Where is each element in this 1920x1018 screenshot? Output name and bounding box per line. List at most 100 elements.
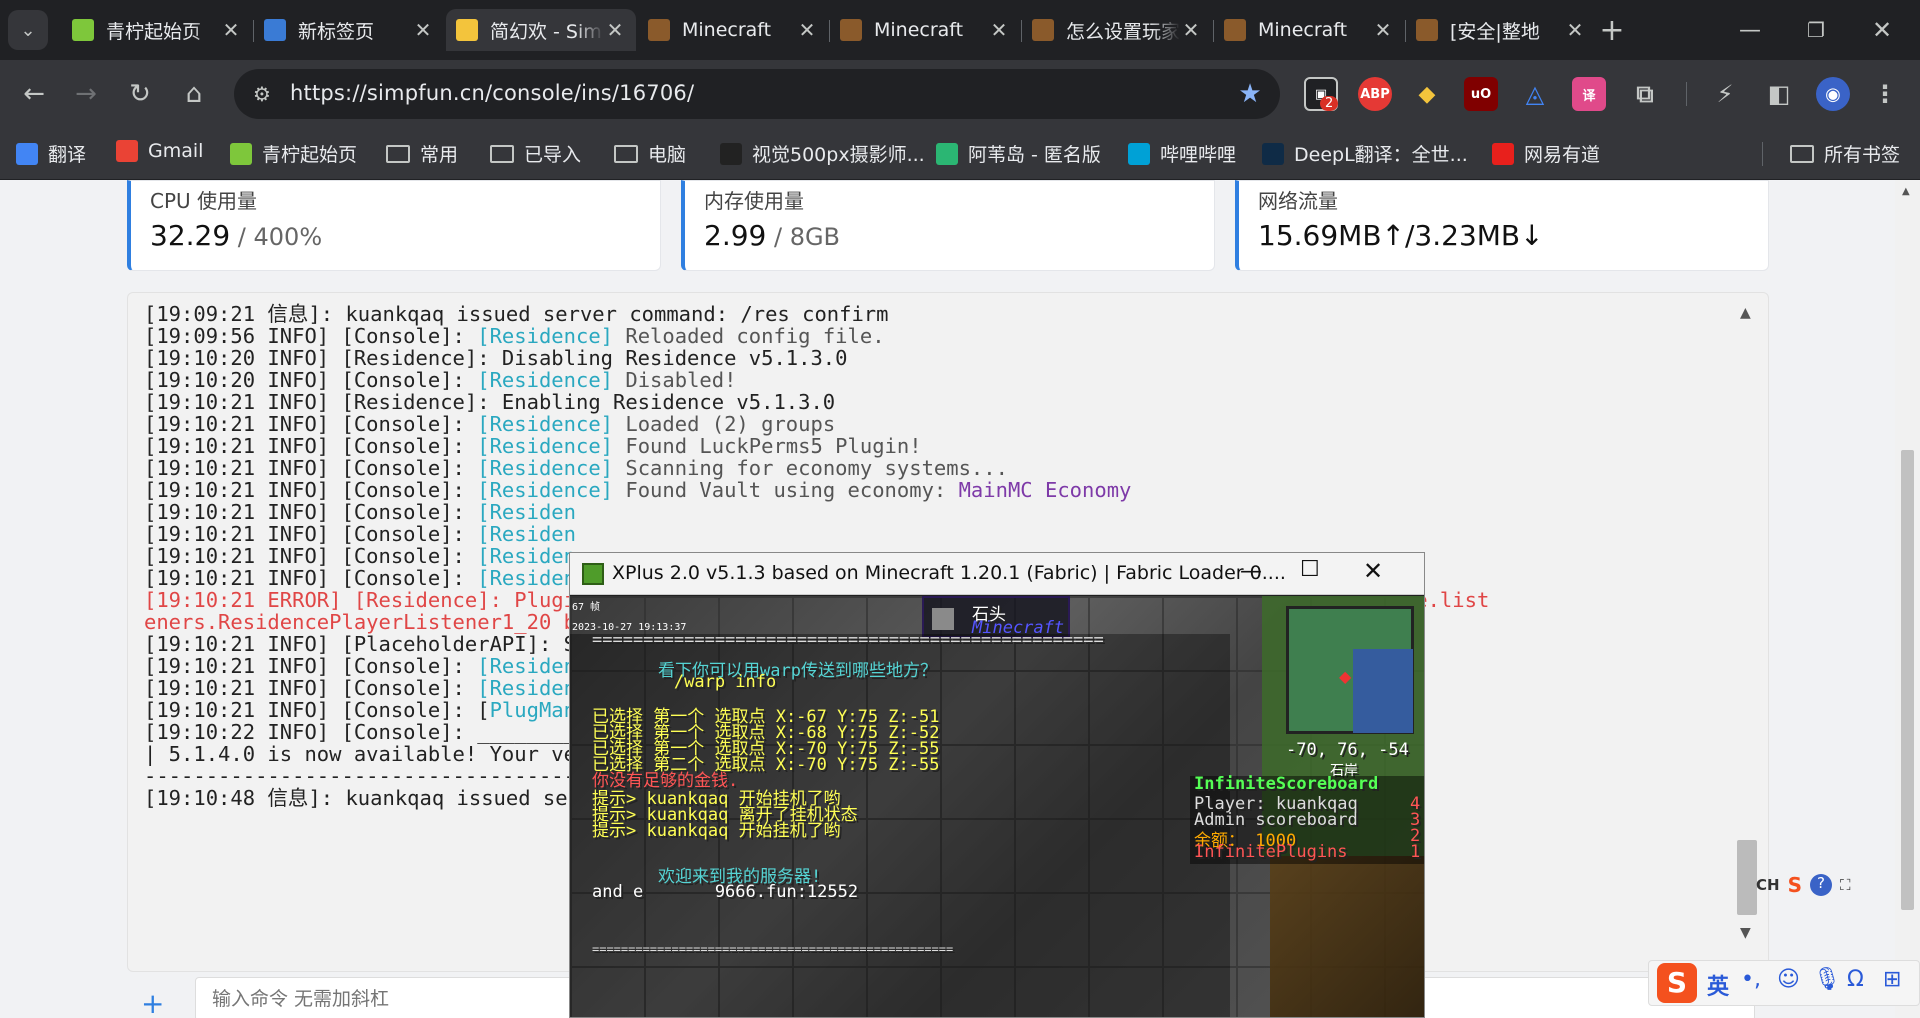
add-icon[interactable]: +	[141, 987, 164, 1018]
tab-favicon-icon	[1032, 19, 1054, 41]
bookmark-4[interactable]: 已导入	[490, 140, 581, 167]
tab-title: 新标签页	[298, 20, 375, 43]
toolbox-icon[interactable]: Ω	[1847, 967, 1864, 992]
memory-card: 内存使用量 2.99 / 8GB	[681, 180, 1215, 271]
minimap: ◆	[1286, 606, 1414, 734]
bookmark-3[interactable]: 常用	[386, 140, 458, 167]
cpu-value: 32.29 / 400%	[150, 219, 323, 252]
tab-favicon-icon	[1224, 19, 1246, 41]
tab-close-icon[interactable]: ✕	[412, 18, 434, 42]
forward-button[interactable]: →	[66, 74, 106, 114]
back-button[interactable]: ←	[14, 74, 54, 114]
game-minimize-button[interactable]: —	[1240, 559, 1262, 584]
minecraft-viewport[interactable]: 67 帧 2023-10-27 19:13:37 石头 Minecraft ==…	[570, 596, 1424, 1017]
memory-label: 内存使用量	[704, 189, 804, 213]
all-bookmarks-folder[interactable]: 所有书签	[1790, 140, 1900, 167]
grid-icon[interactable]: ⊞	[1883, 967, 1901, 992]
bookmark-1[interactable]: Gmail	[116, 140, 203, 162]
game-close-button[interactable]: ✕	[1363, 557, 1383, 585]
home-icon[interactable]: ⌂	[174, 74, 214, 114]
page-scrollbar[interactable]: ▲	[1895, 180, 1920, 1018]
reload-button[interactable]: ↻	[120, 74, 160, 114]
tab-close-icon[interactable]: ✕	[796, 18, 818, 42]
tab-5[interactable]: 怎么设置玩家 ✕	[1022, 9, 1212, 51]
ime-language[interactable]: 英	[1707, 969, 1729, 1001]
tab-2[interactable]: 简幻欢 - SimpFun✕	[446, 9, 636, 51]
vpn-icon[interactable]: ◬	[1518, 77, 1552, 111]
tab-1[interactable]: 新标签页 ✕	[254, 9, 444, 51]
chat-message: /warp info	[592, 672, 777, 692]
tab-3[interactable]: Minecraft ✕	[638, 9, 828, 51]
bookmark-label: 青柠起始页	[262, 144, 358, 166]
profile-avatar[interactable]: ◉	[1816, 77, 1850, 111]
tab-close-icon[interactable]: ✕	[220, 18, 242, 42]
sogou-icon[interactable]: S	[1788, 873, 1802, 897]
bookmark-0[interactable]: 翻译	[16, 140, 86, 167]
help-icon[interactable]: ?	[1809, 874, 1832, 896]
bookmark-7[interactable]: 阿苇岛 - 匿名版	[936, 140, 1101, 167]
floating-tools: CH S ? ⛶	[1756, 868, 1886, 902]
console-line: [19:10:48 信息]: kuankqaq issued se	[144, 785, 568, 812]
tab-close-icon[interactable]: ✕	[1564, 18, 1586, 42]
console-scroll-down-icon[interactable]: ▼	[1740, 925, 1751, 941]
cpu-label: CPU 使用量	[150, 189, 258, 213]
minimize-button[interactable]: —	[1730, 10, 1770, 50]
console-scrollbar-thumb[interactable]	[1737, 840, 1757, 915]
tab-7[interactable]: [安全|整地 ✕	[1406, 9, 1596, 51]
page-scrollbar-thumb[interactable]	[1901, 450, 1914, 910]
site-info-icon[interactable]: ⚙	[242, 74, 282, 114]
ime-ch-label[interactable]: CH	[1756, 876, 1780, 894]
adblock-icon[interactable]: ABP	[1358, 77, 1392, 111]
tab-search-button[interactable]: ⌄	[8, 10, 48, 50]
ublock-icon[interactable]: uO	[1464, 77, 1498, 111]
tab-title: [安全|整地	[1450, 20, 1540, 43]
tab-close-icon[interactable]: ✕	[1180, 18, 1202, 42]
bookmark-9[interactable]: DeepL翻译：全世...	[1262, 140, 1468, 167]
minecraft-window[interactable]: XPlus 2.0 v5.1.3 based on Minecraft 1.20…	[569, 552, 1425, 1018]
performance-icon[interactable]: ⚡	[1708, 77, 1742, 111]
minecraft-titlebar[interactable]: XPlus 2.0 v5.1.3 based on Minecraft 1.20…	[570, 553, 1424, 595]
tab-close-icon[interactable]: ✕	[1372, 18, 1394, 42]
extensions-puzzle-icon[interactable]: ⧉	[1628, 77, 1662, 111]
game-maximize-button[interactable]: ☐	[1300, 557, 1320, 582]
bookmark-6[interactable]: 视觉500px摄影师...	[720, 140, 925, 167]
expand-icon[interactable]: ⛶	[1840, 876, 1851, 894]
restore-button[interactable]: ❐	[1796, 10, 1836, 50]
punctuation-icon[interactable]: •,	[1741, 967, 1761, 992]
ime-toolbar: S 英 •, ☺ 🎙 Ω ⊞	[1648, 960, 1920, 1006]
tampermonkey-icon[interactable]: ◆	[1410, 77, 1444, 111]
translate-ext-icon[interactable]: 译	[1572, 77, 1606, 111]
bookmark-10[interactable]: 网易有道	[1492, 140, 1600, 167]
side-panel-icon[interactable]: ◧	[1762, 77, 1796, 111]
tab-0[interactable]: 青柠起始页 ✕	[62, 9, 252, 51]
bookmark-2[interactable]: 青柠起始页	[230, 140, 357, 167]
tab-favicon-icon	[840, 19, 862, 41]
address-bar[interactable]: ⚙ https://simpfun.cn/console/ins/16706/ …	[234, 69, 1280, 119]
scroll-up-icon[interactable]: ▲	[1902, 186, 1910, 197]
bookmark-8[interactable]: 哔哩哔哩	[1128, 140, 1236, 167]
minecraft-grass-icon	[582, 563, 604, 585]
close-window-button[interactable]: ✕	[1862, 10, 1902, 50]
tab-title: 简幻欢 - SimpFun	[490, 20, 604, 43]
tab-title: Minecraft	[682, 19, 772, 41]
tab-4[interactable]: Minecraft ✕	[830, 9, 1020, 51]
tab-close-icon[interactable]: ✕	[604, 18, 626, 42]
browser-toolbar: ← → ↻ ⌂ ⚙ https://simpfun.cn/console/ins…	[0, 60, 1920, 128]
bookmark-label: 常用	[420, 144, 459, 166]
emoji-icon[interactable]: ☺	[1777, 967, 1800, 992]
chat-panel: ========================================…	[570, 630, 1230, 1017]
tab-close-icon[interactable]: ✕	[988, 18, 1010, 42]
console-segment: [19:10:48 信息]: kuankqaq issued se	[144, 786, 568, 810]
tab-6[interactable]: Minecraft ✕	[1214, 9, 1404, 51]
bookmark-5[interactable]: 电脑	[614, 140, 686, 167]
folder-icon	[386, 144, 410, 163]
voice-icon[interactable]: 🎙	[1813, 967, 1841, 992]
bookmark-star-icon[interactable]: ★	[1230, 74, 1270, 114]
tab-favicon-icon	[72, 19, 94, 41]
menu-icon[interactable]: ⋮	[1868, 77, 1902, 111]
new-tab-button[interactable]: +	[1592, 10, 1632, 50]
memory-value: 2.99 / 8GB	[704, 219, 841, 252]
folder-icon	[490, 144, 514, 163]
sogou-ime-icon[interactable]: S	[1657, 963, 1697, 1003]
console-scroll-up-icon[interactable]: ▲	[1740, 305, 1751, 321]
